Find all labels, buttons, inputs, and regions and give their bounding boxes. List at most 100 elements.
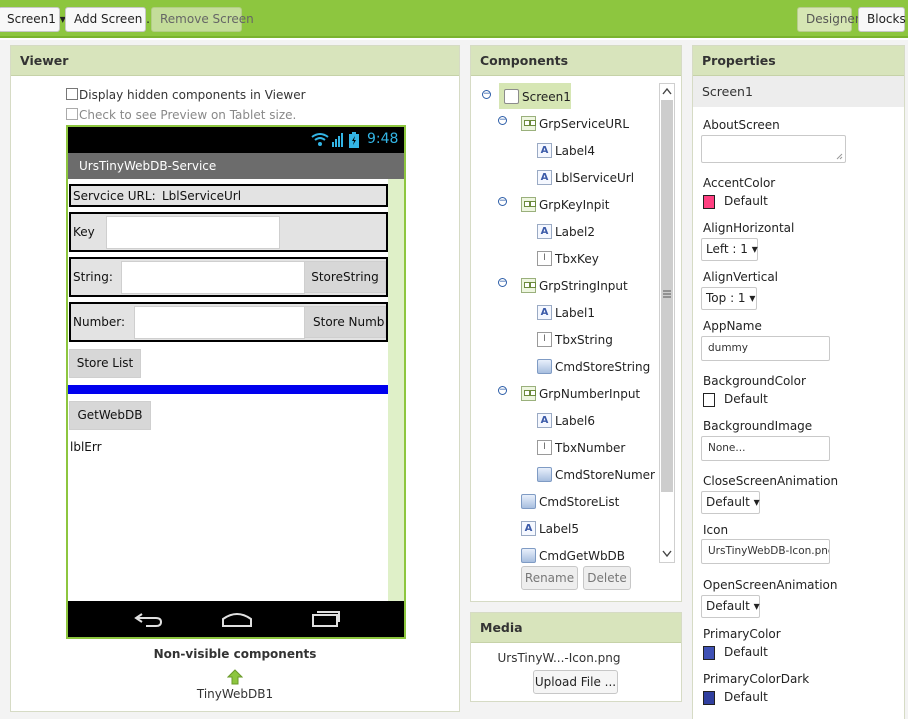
phone-preview: 9:48 UrsTinyWebDB-Service Servcice URL: … <box>66 125 406 639</box>
primary-color-dark-value[interactable]: Default <box>724 690 768 704</box>
app-title-bar: UrsTinyWebDB-Service <box>68 153 404 179</box>
screen-scroll-strip <box>388 179 404 601</box>
display-hidden-label: Display hidden components in Viewer <box>79 88 306 102</box>
upload-file-button[interactable]: Upload File ... <box>533 670 618 694</box>
button-icon <box>537 359 552 374</box>
status-time: 9:48 <box>367 131 399 147</box>
store-string-button[interactable]: StoreString <box>304 261 386 293</box>
add-screen-button[interactable]: Add Screen ... <box>65 7 158 32</box>
icon-input[interactable]: UrsTinyWebDB-Icon.png <box>701 539 830 564</box>
scroll-up-icon[interactable] <box>662 87 672 95</box>
textbox-icon: I <box>537 251 552 266</box>
screen-select[interactable]: Screen1 ▾ <box>0 7 66 32</box>
store-list-button[interactable]: Store List <box>69 349 141 378</box>
grp-key-input: Key <box>69 212 388 252</box>
grp-service-url: Servcice URL: LblServiceUrl <box>69 184 388 207</box>
arrangement-icon <box>521 116 536 131</box>
viewer-title: Viewer <box>11 46 459 76</box>
accent-color-value[interactable]: Default <box>724 194 768 208</box>
tablet-preview-label: Check to see Preview on Tablet size. <box>79 108 297 122</box>
display-hidden-row[interactable]: Display hidden components in Viewer <box>66 88 306 102</box>
service-url-value: LblServiceUrl <box>162 189 242 203</box>
open-screen-animation-select[interactable]: Default ▾ <box>701 595 760 618</box>
scroll-down-icon[interactable] <box>662 550 672 558</box>
primary-color-value[interactable]: Default <box>724 645 768 659</box>
primary-color-label: PrimaryColor <box>703 627 781 641</box>
properties-title: Properties <box>693 46 904 76</box>
button-icon <box>521 548 536 563</box>
arrangement-icon <box>521 278 536 293</box>
components-title: Components <box>471 46 681 76</box>
service-url-label: Servcice URL: <box>73 189 156 203</box>
tinywebdb-icon[interactable] <box>227 669 243 685</box>
collapse-icon[interactable]: − <box>498 197 507 206</box>
delete-button[interactable]: Delete <box>583 566 631 590</box>
textbox-icon: I <box>537 332 552 347</box>
number-input[interactable] <box>134 306 305 339</box>
close-screen-animation-select[interactable]: Default ▾ <box>701 491 760 514</box>
back-icon[interactable] <box>134 611 164 627</box>
wifi-signal-icon <box>311 133 343 147</box>
number-label: Number: <box>73 315 126 329</box>
battery-icon <box>349 132 359 148</box>
blue-divider <box>68 385 388 394</box>
align-vertical-label: AlignVertical <box>703 270 779 284</box>
string-label: String: <box>73 270 113 284</box>
app-name-input[interactable]: dummy <box>701 336 830 361</box>
primary-color-dark-swatch[interactable] <box>703 691 715 705</box>
key-label: Key <box>73 225 95 239</box>
key-input[interactable] <box>106 216 280 249</box>
button-icon <box>521 494 536 509</box>
arrangement-icon <box>521 197 536 212</box>
align-horizontal-select[interactable]: Left : 1 ▾ <box>701 238 758 261</box>
label-icon: A <box>521 521 536 536</box>
grp-string-input: String: StoreString <box>69 257 388 297</box>
store-number-button[interactable]: Store Numbe <box>304 306 386 338</box>
background-color-value[interactable]: Default <box>724 392 768 406</box>
blocks-button[interactable]: Blocks <box>858 7 906 32</box>
collapse-icon[interactable]: − <box>482 90 491 99</box>
label-icon: A <box>537 413 552 428</box>
collapse-icon[interactable]: − <box>498 386 507 395</box>
open-screen-animation-label: OpenScreenAnimation <box>703 578 838 592</box>
properties-component-name: Screen1 <box>693 76 904 107</box>
tablet-preview-row[interactable]: Check to see Preview on Tablet size. <box>66 108 296 122</box>
designer-button[interactable]: Designer <box>797 7 860 32</box>
recent-apps-icon[interactable] <box>311 610 341 628</box>
label-icon: A <box>537 170 552 185</box>
align-horizontal-label: AlignHorizontal <box>703 221 795 235</box>
label-icon: A <box>537 224 552 239</box>
align-vertical-select[interactable]: Top : 1 ▾ <box>701 287 757 310</box>
non-visible-title: Non-visible components <box>153 647 317 661</box>
collapse-icon[interactable]: − <box>498 278 507 287</box>
label-icon: A <box>537 143 552 158</box>
background-image-input[interactable]: None... <box>701 436 830 461</box>
string-input[interactable] <box>121 261 305 294</box>
app-name-label: AppName <box>703 319 762 333</box>
close-screen-animation-label: CloseScreenAnimation <box>703 474 839 488</box>
components-scrollbar[interactable] <box>659 83 675 563</box>
status-bar: 9:48 <box>68 127 404 153</box>
about-screen-input[interactable] <box>701 135 846 163</box>
android-nav-bar <box>68 601 404 637</box>
primary-color-dark-label: PrimaryColorDark <box>703 672 810 686</box>
media-file-item[interactable]: UrsTinyW...-Icon.png <box>470 651 648 665</box>
rename-button[interactable]: Rename <box>521 566 578 590</box>
arrangement-icon <box>521 386 536 401</box>
get-webdb-button[interactable]: GetWebDB <box>69 401 151 430</box>
collapse-icon[interactable]: − <box>498 116 507 125</box>
textbox-icon: I <box>537 440 552 455</box>
about-screen-label: AboutScreen <box>703 118 780 132</box>
primary-color-swatch[interactable] <box>703 646 715 660</box>
remove-screen-button[interactable]: Remove Screen <box>151 7 254 32</box>
tablet-preview-checkbox[interactable] <box>66 108 78 120</box>
accent-color-swatch[interactable] <box>703 195 715 209</box>
home-icon[interactable] <box>221 610 253 628</box>
background-image-label: BackgroundImage <box>703 419 813 433</box>
display-hidden-checkbox[interactable] <box>66 88 78 100</box>
non-visible-item: TinyWebDB1 <box>196 687 274 701</box>
background-color-swatch[interactable] <box>703 393 715 407</box>
label-icon: A <box>537 305 552 320</box>
lbl-err: lblErr <box>70 440 102 454</box>
grp-number-input: Number: Store Numbe <box>69 302 388 342</box>
